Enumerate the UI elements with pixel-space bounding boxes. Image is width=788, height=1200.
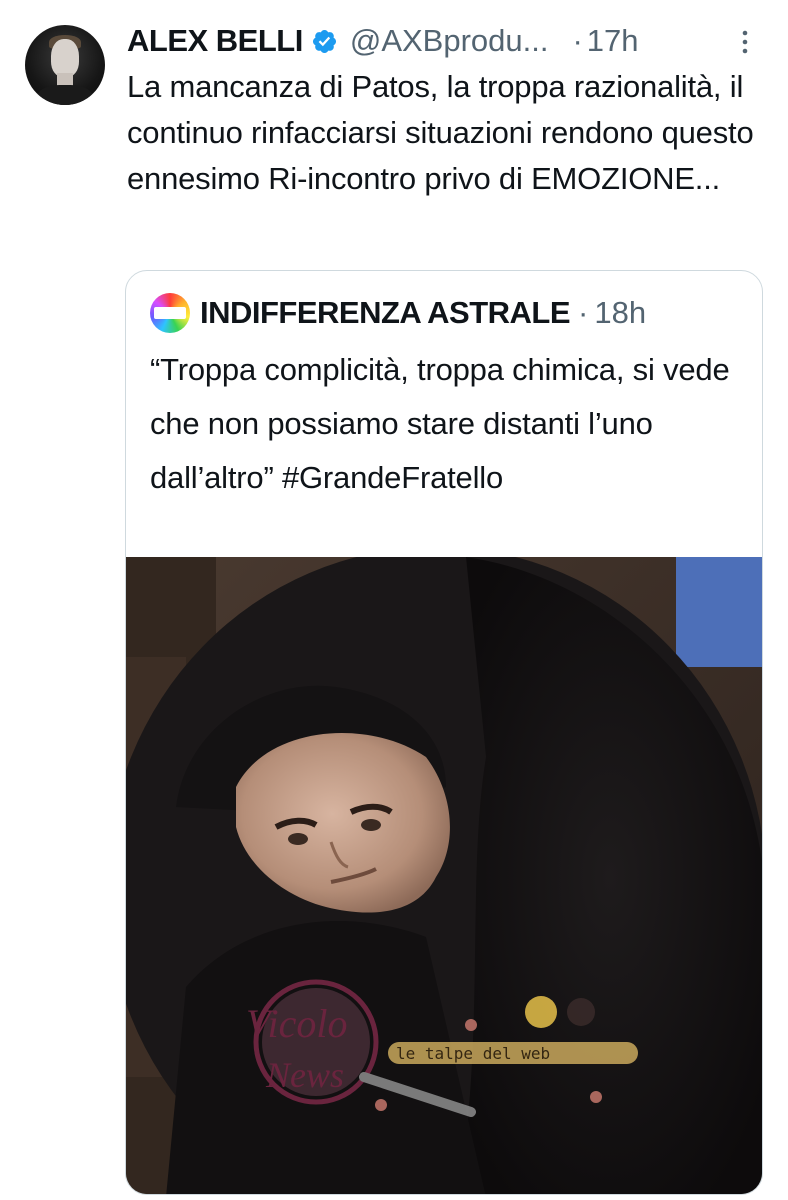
media-photo: Vicolo News le talpe del web: [126, 557, 762, 1194]
author-name[interactable]: ALEX BELLI: [127, 23, 303, 59]
quote-separator: ·: [578, 295, 589, 330]
tweet-text: La mancanza di Patos, la troppa razional…: [127, 69, 754, 196]
verified-badge-icon: [312, 29, 336, 53]
author-handle[interactable]: @AXBprodu...: [350, 23, 549, 59]
quote-author-name[interactable]: INDIFFERENZA ASTRALE: [200, 295, 571, 331]
quote-time[interactable]: 18h: [594, 295, 646, 331]
author-avatar[interactable]: [25, 25, 105, 105]
quote-header: INDIFFERENZA ASTRALE · 18h: [150, 293, 646, 333]
tweet[interactable]: ALEX BELLI @AXBprodu... · 17h La mancanz…: [0, 0, 788, 1200]
tweet-time[interactable]: 17h: [587, 23, 639, 59]
watermark-talpe-text: le talpe del web: [396, 1044, 550, 1063]
more-options-icon[interactable]: [738, 27, 752, 57]
tweet-header: ALEX BELLI @AXBprodu... · 17h: [127, 20, 639, 62]
quoted-tweet[interactable]: INDIFFERENZA ASTRALE · 18h “Troppa compl…: [125, 270, 763, 1195]
watermark-vicolo-text: Vicolo: [246, 1001, 347, 1046]
quote-media-image[interactable]: Vicolo News le talpe del web: [126, 557, 762, 1194]
quote-author-avatar[interactable]: [150, 293, 190, 333]
header-separator: ·: [572, 23, 583, 58]
watermark-news-text: News: [265, 1055, 344, 1095]
quote-text: “Troppa complicità, troppa chimica, si v…: [150, 352, 730, 495]
